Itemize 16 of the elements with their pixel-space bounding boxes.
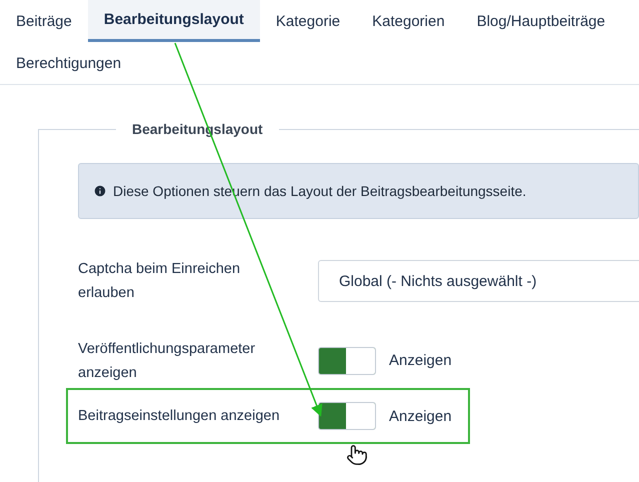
switch-state-label: Anzeigen [389,352,452,369]
switch-state-label: Anzeigen [389,408,452,424]
select-field[interactable]: Global (- Nichts ausgewählt -) [318,260,639,302]
tab[interactable]: Kategorie [260,0,356,42]
field-label: Beitragseinstellungen anzeigen [78,407,281,426]
tab[interactable]: Blog/Hauptbeiträge [460,0,622,42]
info-icon [93,184,107,198]
field-label: Veröffentlichungsparameter anzeigen [78,340,256,382]
tab[interactable]: Bearbeitungslayout [88,0,260,42]
toggle-switch[interactable] [318,402,376,430]
field-label: Captcha beim Einreichen erlauben [78,260,242,303]
toggle-switch[interactable] [318,346,376,374]
hand-cursor-icon [346,444,368,466]
tab[interactable]: Beiträge [0,0,88,42]
tab[interactable]: Berechtigungen [0,42,138,84]
tab[interactable]: Kategorien [356,0,461,42]
